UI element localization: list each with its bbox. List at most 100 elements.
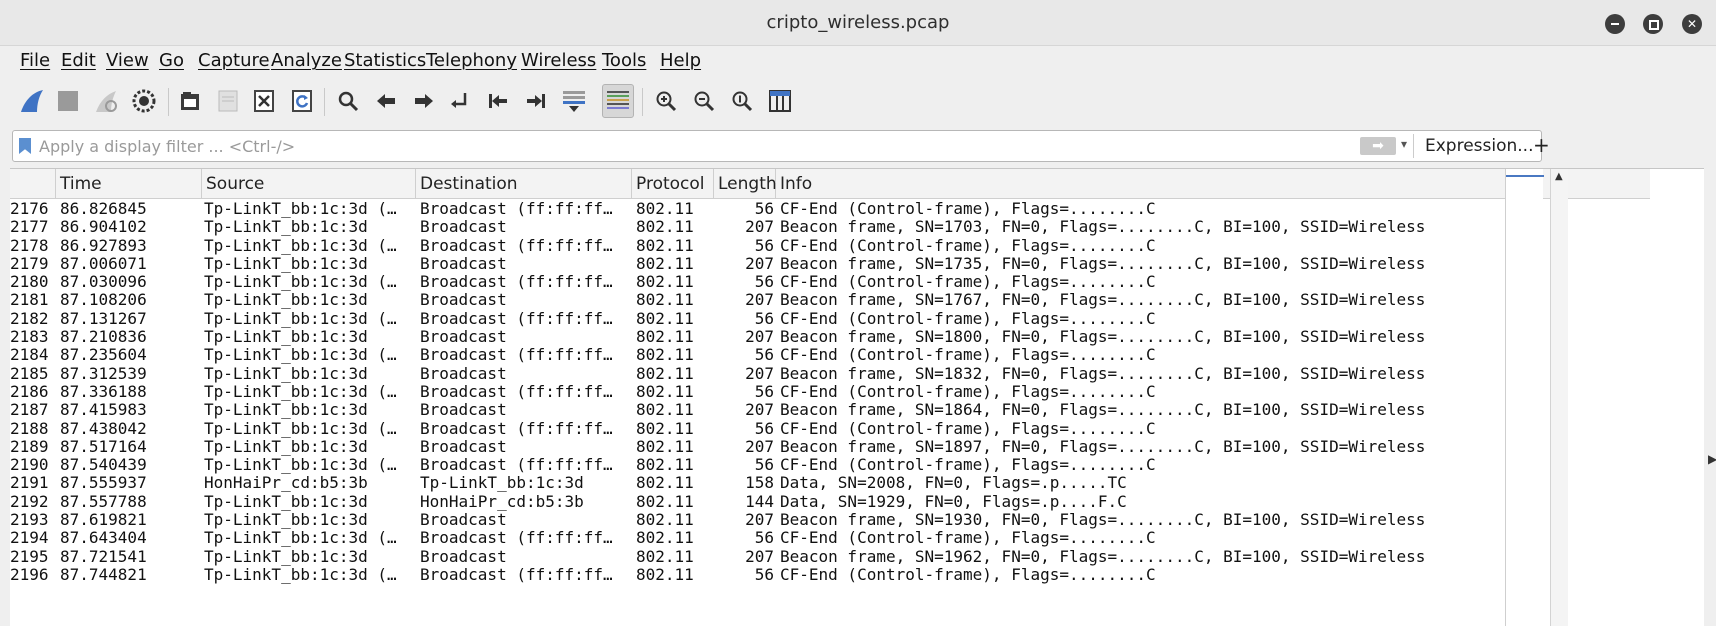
packet-protocol: 802.11 xyxy=(636,419,694,438)
zoom-out-icon[interactable] xyxy=(688,84,720,118)
add-filter-button[interactable]: + xyxy=(1533,133,1550,157)
stop-icon[interactable] xyxy=(52,84,84,118)
packet-info: CF-End (Control-frame), Flags=........C xyxy=(780,200,1156,218)
maximize-icon[interactable] xyxy=(1643,14,1663,34)
column-header-info[interactable]: Info xyxy=(776,169,1505,199)
packet-time: 86.826845 xyxy=(60,200,147,218)
reload-icon[interactable] xyxy=(286,84,318,118)
column-header-protocol[interactable]: Protocol xyxy=(632,169,714,199)
table-row[interactable]: 2195 87.721541 Tp-LinkT_bb:1c:3d Broadcast 8… xyxy=(10,548,1650,566)
packet-info: Data, SN=1929, FN=0, Flags=.p....F.C xyxy=(780,492,1127,511)
packet-time: 87.415983 xyxy=(60,401,147,420)
menu-bar: File Edit View Go Capture Analyze Statis… xyxy=(0,46,1716,76)
column-header-no[interactable] xyxy=(10,169,56,199)
packet-source: Tp-LinkT_bb:1c:3d (… xyxy=(204,419,397,438)
table-row[interactable]: 2186 87.336188 Tp-LinkT_bb:1c:3d (… Broadca… xyxy=(10,383,1650,401)
packet-number: 2181 xyxy=(10,291,49,310)
find-icon[interactable] xyxy=(332,84,364,118)
table-row[interactable]: 2192 87.557788 Tp-LinkT_bb:1c:3d HonHaiPr_c… xyxy=(10,493,1650,511)
menu-view[interactable]: View xyxy=(106,50,149,71)
packet-time: 87.744821 xyxy=(60,565,147,584)
menu-go[interactable]: Go xyxy=(159,50,184,71)
table-row[interactable]: 2180 87.030096 Tp-LinkT_bb:1c:3d (… Broadca… xyxy=(10,273,1650,291)
packet-number: 2179 xyxy=(10,254,49,273)
packet-protocol: 802.11 xyxy=(636,529,694,548)
packet-destination: Broadcast xyxy=(420,437,507,456)
shark-fin-icon[interactable] xyxy=(16,84,48,118)
restart-icon[interactable] xyxy=(90,84,122,118)
table-row[interactable]: 2185 87.312539 Tp-LinkT_bb:1c:3d Broadcast 8… xyxy=(10,365,1650,383)
toolbar-separator xyxy=(168,88,169,116)
table-row[interactable]: 2187 87.415983 Tp-LinkT_bb:1c:3d Broadcast 8… xyxy=(10,401,1650,419)
open-folder-icon[interactable] xyxy=(174,84,206,118)
normal-size-icon[interactable] xyxy=(726,84,758,118)
packet-source: Tp-LinkT_bb:1c:3d (… xyxy=(204,309,397,328)
packet-info: CF-End (Control-frame), Flags=........C xyxy=(780,346,1156,365)
minimize-icon[interactable] xyxy=(1605,14,1625,34)
packet-length: 56 xyxy=(754,529,774,548)
vertical-scrollbar[interactable]: ▲ xyxy=(1550,169,1568,626)
menu-edit[interactable]: Edit xyxy=(61,50,96,71)
packet-time: 87.235604 xyxy=(60,346,147,365)
table-row[interactable]: 2193 87.619821 Tp-LinkT_bb:1c:3d Broadcast 8… xyxy=(10,511,1650,529)
table-row[interactable]: 2189 87.517164 Tp-LinkT_bb:1c:3d Broadcast 8… xyxy=(10,438,1650,456)
last-packet-icon[interactable] xyxy=(520,84,552,118)
first-packet-icon[interactable] xyxy=(482,84,514,118)
save-file-icon[interactable] xyxy=(212,84,244,118)
close-file-icon[interactable] xyxy=(248,84,280,118)
packet-info: CF-End (Control-frame), Flags=........C xyxy=(780,382,1156,401)
expression-button[interactable]: Expression... xyxy=(1425,136,1534,156)
table-row[interactable]: 2183 87.210836 Tp-LinkT_bb:1c:3d Broadcast 8… xyxy=(10,328,1650,346)
packet-length: 207 xyxy=(745,511,774,530)
menu-telephony[interactable]: Telephony xyxy=(426,50,517,71)
table-row[interactable]: 2181 87.108206 Tp-LinkT_bb:1c:3d Broadcast 8… xyxy=(10,291,1650,309)
table-row[interactable]: 2178 86.927893 Tp-LinkT_bb:1c:3d (… Broadca… xyxy=(10,237,1650,255)
packet-info: Beacon frame, SN=1735, FN=0, Flags=.....… xyxy=(780,254,1426,273)
chevron-down-icon[interactable]: ▾ xyxy=(1401,137,1407,151)
apply-filter-arrow-icon[interactable]: ➡ xyxy=(1360,137,1396,155)
colorize-icon[interactable] xyxy=(602,84,634,118)
filter-separator xyxy=(1413,134,1414,158)
table-row[interactable]: 2191 87.555937 HonHaiPr_cd:b5:3b Tp-LinkT_b… xyxy=(10,474,1650,492)
menu-tools[interactable]: Tools xyxy=(602,50,646,71)
column-header-destination[interactable]: Destination xyxy=(416,169,632,199)
menu-file[interactable]: File xyxy=(20,50,50,71)
table-row[interactable]: 2194 87.643404 Tp-LinkT_bb:1c:3d (… Broadca… xyxy=(10,529,1650,547)
packet-destination: Broadcast xyxy=(420,547,507,566)
back-arrow-icon[interactable] xyxy=(370,84,402,118)
menu-wireless[interactable]: Wireless xyxy=(521,50,596,71)
forward-arrow-icon[interactable] xyxy=(408,84,440,118)
table-row[interactable]: 2196 87.744821 Tp-LinkT_bb:1c:3d (… Broadca… xyxy=(10,566,1650,584)
menu-help[interactable]: Help xyxy=(660,50,701,71)
column-header-source[interactable]: Source xyxy=(202,169,416,199)
packet-minimap[interactable] xyxy=(1505,169,1544,626)
table-row[interactable]: 2188 87.438042 Tp-LinkT_bb:1c:3d (… Broadca… xyxy=(10,420,1650,438)
packet-destination: Broadcast (ff:ff:ff… xyxy=(420,200,613,218)
packet-destination: Broadcast (ff:ff:ff… xyxy=(420,565,613,584)
packet-source: Tp-LinkT_bb:1c:3d xyxy=(204,328,368,347)
table-row[interactable]: 2176 86.826845 Tp-LinkT_bb:1c:3d (… Broadca… xyxy=(10,200,1650,218)
column-header-time[interactable]: Time xyxy=(56,169,202,199)
table-row[interactable]: 2182 87.131267 Tp-LinkT_bb:1c:3d (… Broadca… xyxy=(10,310,1650,328)
menu-capture[interactable]: Capture xyxy=(198,50,270,71)
menu-analyze[interactable]: Analyze xyxy=(271,50,342,71)
autoscroll-icon[interactable] xyxy=(558,84,590,118)
packet-destination: Broadcast (ff:ff:ff… xyxy=(420,382,613,401)
options-gear-icon[interactable] xyxy=(128,84,160,118)
goto-packet-icon[interactable] xyxy=(444,84,476,118)
scroll-up-icon[interactable]: ▲ xyxy=(1555,171,1563,182)
menu-statistics[interactable]: Statistics xyxy=(344,50,426,71)
table-row[interactable]: 2177 86.904102 Tp-LinkT_bb:1c:3d Broadcast 8… xyxy=(10,218,1650,236)
packet-list[interactable]: Time Source Destination Protocol Length … xyxy=(10,168,1704,626)
zoom-in-icon[interactable] xyxy=(650,84,682,118)
packet-time: 87.336188 xyxy=(60,382,147,401)
chevron-right-icon[interactable]: ▶ xyxy=(1708,452,1716,466)
display-filter-input[interactable] xyxy=(39,134,1339,158)
resize-columns-icon[interactable] xyxy=(764,84,796,118)
table-row[interactable]: 2179 87.006071 Tp-LinkT_bb:1c:3d Broadcast 8… xyxy=(10,255,1650,273)
close-icon[interactable]: ✕ xyxy=(1682,14,1702,34)
table-row[interactable]: 2184 87.235604 Tp-LinkT_bb:1c:3d (… Broadca… xyxy=(10,346,1650,364)
column-header-length[interactable]: Length xyxy=(714,169,777,199)
table-row[interactable]: 2190 87.540439 Tp-LinkT_bb:1c:3d (… Broadca… xyxy=(10,456,1650,474)
bookmark-icon[interactable] xyxy=(19,138,31,154)
